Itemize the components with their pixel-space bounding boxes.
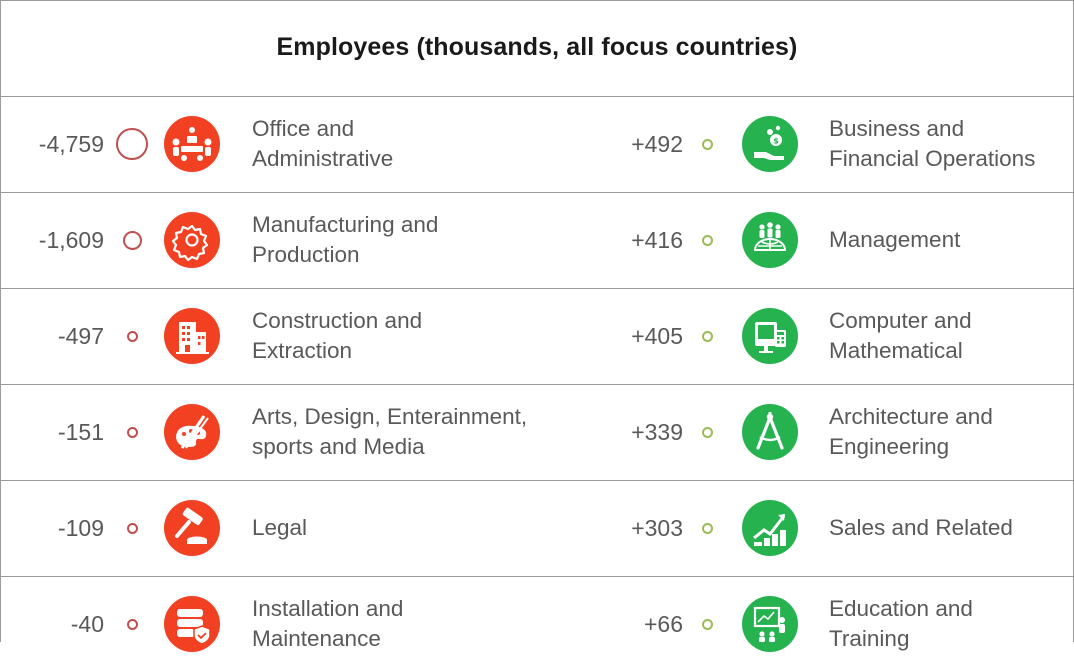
occupation-label: Education and Training [829, 596, 973, 651]
office-meeting-icon [164, 116, 220, 172]
growth-item-computer-and: +405 Computer and Mathematical [537, 294, 1074, 378]
occupation-label: Sales and Related [829, 515, 1013, 540]
growth-item-management: +416 Management [537, 198, 1074, 282]
positive-value-label: +416 [631, 227, 683, 253]
positive-value-label: +492 [631, 131, 683, 157]
positive-value-label: +405 [631, 323, 683, 349]
table-row: -497 Construction and Extraction +405 Compu… [0, 294, 1074, 378]
decline-item-legal: -109 Legal [0, 486, 537, 570]
decline-item-installation-and: -40 Installation and Maintenance [0, 582, 537, 666]
decline-item-arts-design-enterainment: -151 Arts, Design, Enterainment, sports a… [0, 390, 537, 474]
negative-magnitude-circle [126, 330, 138, 342]
compass-icon [742, 404, 798, 460]
row-divider [0, 384, 1074, 385]
table-row: -109 Legal +303 Sales and Related [0, 486, 1074, 570]
negative-magnitude-circle [126, 618, 138, 630]
growth-item-architecture-and: +339 Architecture and Engineering [537, 390, 1074, 474]
occupation-label: Manufacturing and Production [252, 212, 439, 267]
negative-value-label: -40 [70, 611, 104, 637]
occupation-label: Arts, Design, Enterainment, sports and M… [252, 404, 528, 459]
row-divider [0, 96, 1074, 97]
positive-value-label: +66 [643, 611, 683, 637]
occupation-label: Legal [252, 515, 308, 540]
occupation-label: Architecture and Engineering [829, 404, 993, 459]
computer-calculator-icon [742, 308, 798, 364]
negative-value-label: -497 [57, 323, 104, 349]
people-globe-icon [742, 212, 798, 268]
row-divider [0, 288, 1074, 289]
chart-title: Employees (thousands, all focus countrie… [276, 33, 798, 61]
hand-coins-icon: $ [742, 116, 798, 172]
positive-value-label: +303 [631, 515, 683, 541]
negative-magnitude-circle [116, 128, 148, 160]
positive-magnitude-circle [701, 618, 713, 630]
occupation-label: Office and Administrative [252, 116, 394, 171]
growth-item-business-and: +492 $ Business and Financial Operations [537, 102, 1074, 186]
table-row: -151 Arts, Design, Enterainment, sports a… [0, 390, 1074, 474]
negative-value-label: -151 [57, 419, 104, 445]
row-divider [0, 576, 1074, 577]
occupation-label: Installation and Maintenance [252, 596, 404, 651]
svg-text:$: $ [773, 137, 779, 146]
row-divider [0, 480, 1074, 481]
positive-value-label: +339 [631, 419, 683, 445]
gear-icon [164, 212, 220, 268]
growth-item-education-and: +66 Education and Training [537, 582, 1074, 666]
positive-magnitude-circle [701, 234, 713, 246]
growth-item-sales-and-related: +303 Sales and Related [537, 486, 1074, 570]
positive-magnitude-circle [701, 138, 713, 150]
palette-brush-icon [164, 404, 220, 460]
occupation-label: Management [829, 227, 961, 252]
negative-value-label: -1,609 [38, 227, 104, 253]
table-row: -1,609 Manufacturing and Production +416 Ma… [0, 198, 1074, 282]
presentation-icon [742, 596, 798, 652]
table-row: -4,759 Office and Administrative +492 $ Busi… [0, 102, 1074, 186]
decline-item-office-and: -4,759 Office and Administrative [0, 102, 537, 186]
occupation-label: Business and Financial Operations [829, 116, 1036, 171]
negative-magnitude-circle [126, 426, 138, 438]
positive-magnitude-circle [701, 522, 713, 534]
negative-magnitude-circle [126, 522, 138, 534]
negative-value-label: -109 [57, 515, 104, 541]
decline-item-construction-and: -497 Construction and Extraction [0, 294, 537, 378]
gavel-icon [164, 500, 220, 556]
building-icon [164, 308, 220, 364]
row-divider [0, 192, 1074, 193]
occupation-label: Construction and Extraction [252, 308, 423, 363]
server-shield-icon [164, 596, 220, 652]
negative-magnitude-circle [122, 230, 142, 250]
occupation-label: Computer and Mathematical [829, 308, 972, 363]
table-row: -40 Installation and Maintenance +66 Educat… [0, 582, 1074, 666]
positive-magnitude-circle [701, 330, 713, 342]
growth-chart-icon [742, 500, 798, 556]
positive-magnitude-circle [701, 426, 713, 438]
negative-value-label: -4,759 [38, 131, 104, 157]
decline-item-manufacturing-and: -1,609 Manufacturing and Production [0, 198, 537, 282]
